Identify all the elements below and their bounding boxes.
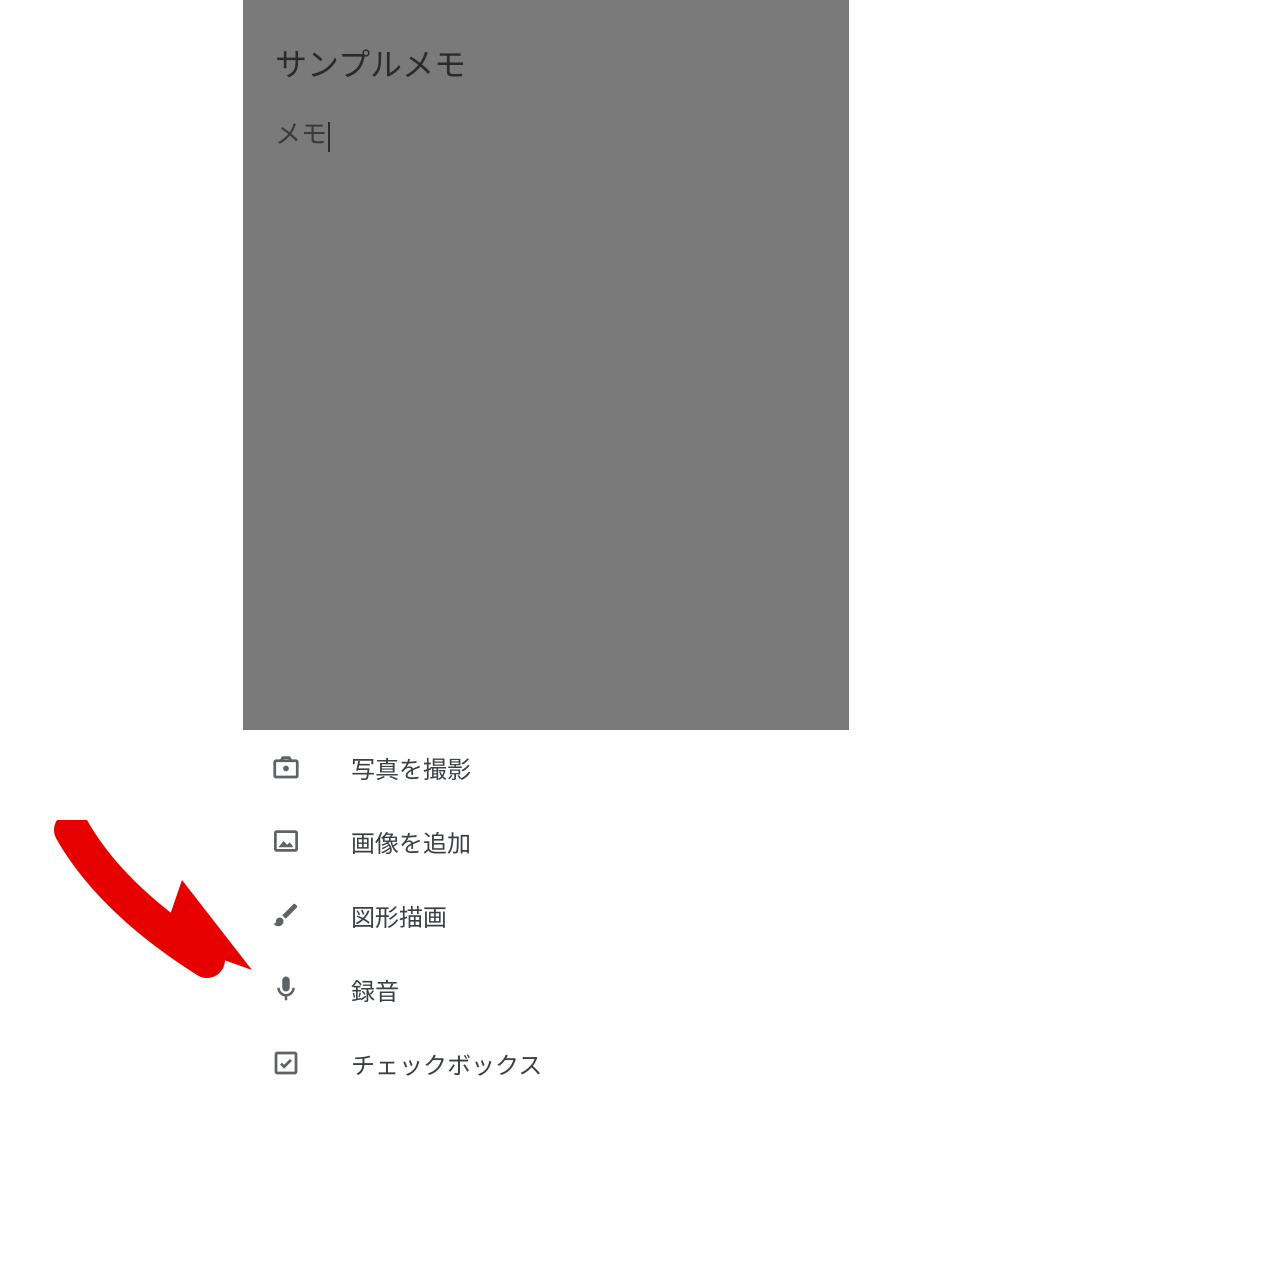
note-title[interactable]: サンプルメモ — [275, 40, 817, 86]
note-editor-area[interactable]: サンプルメモ メモ — [243, 0, 849, 730]
menu-item-add-image[interactable]: 画像を追加 — [243, 804, 849, 878]
image-icon — [271, 826, 331, 856]
add-menu-sheet: 写真を撮影 画像を追加 図形描画 — [243, 730, 849, 1100]
menu-label-take-photo: 写真を撮影 — [351, 750, 471, 785]
menu-label-checkbox: チェックボックス — [351, 1046, 542, 1081]
checkbox-icon — [271, 1048, 331, 1078]
menu-label-recording: 録音 — [351, 972, 399, 1007]
mic-icon — [271, 974, 331, 1004]
menu-item-recording[interactable]: 録音 — [243, 952, 849, 1026]
annotation-arrow — [52, 820, 262, 994]
text-cursor — [328, 122, 330, 152]
menu-item-checkbox[interactable]: チェックボックス — [243, 1026, 849, 1100]
note-body-text[interactable]: メモ — [275, 114, 327, 151]
menu-item-drawing[interactable]: 図形描画 — [243, 878, 849, 952]
app-frame: サンプルメモ メモ 写真を撮影 画像を追加 — [243, 0, 849, 1280]
camera-icon — [271, 752, 331, 782]
menu-item-take-photo[interactable]: 写真を撮影 — [243, 730, 849, 804]
menu-label-drawing: 図形描画 — [351, 898, 447, 933]
menu-label-add-image: 画像を追加 — [351, 824, 471, 859]
note-body-line[interactable]: メモ — [275, 114, 817, 156]
brush-icon — [271, 900, 331, 930]
